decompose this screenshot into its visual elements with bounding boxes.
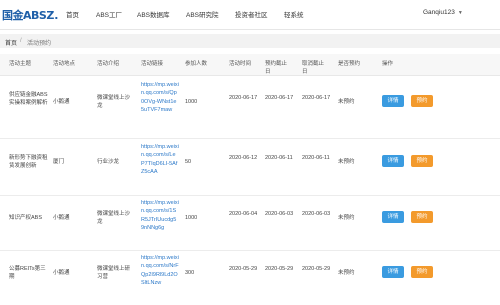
- detail-button[interactable]: 详情: [382, 155, 404, 167]
- book-button[interactable]: 预约: [411, 155, 433, 167]
- book-button[interactable]: 预约: [411, 95, 433, 107]
- row-count: 300: [185, 270, 195, 276]
- breadcrumb-home[interactable]: 首页: [5, 38, 17, 47]
- user-menu[interactable]: Ganqiu123 ▼: [423, 9, 463, 16]
- column-header-theme: 活动主题: [9, 61, 32, 67]
- row-link[interactable]: https://mp.weixin.qq.com/s/Qp0OVg-WNst1e…: [141, 81, 179, 114]
- row-count: 1000: [185, 99, 198, 105]
- activity-table: 活动主题 活动地点 活动介绍 活动链接 参加人数 活动时间 预约截止日 取消截止…: [0, 54, 500, 305]
- logo-accent-text: Z.: [46, 8, 59, 22]
- book-button[interactable]: 预约: [411, 211, 433, 223]
- row-theme: 新形势下融资租赁发展创新: [9, 155, 48, 170]
- row-cancel-deadline: 2020-05-29: [302, 266, 331, 272]
- row-link[interactable]: https://mp.weixin.qq.com/s/LeP7TIqD6LI-5…: [141, 143, 179, 176]
- breadcrumb-separator: /: [20, 38, 22, 44]
- site-logo[interactable]: 国金ABS Z.: [2, 5, 58, 25]
- column-header-time: 活动时间: [229, 61, 252, 67]
- column-header-status: 是否预约: [338, 61, 361, 67]
- row-booking-deadline: 2020-06-17: [265, 95, 294, 101]
- nav-item-investor-community[interactable]: 投资者社区: [235, 9, 268, 19]
- row-theme: 知识产权ABS: [9, 215, 43, 221]
- logo-text: 国金ABS: [2, 9, 47, 22]
- row-theme: 供应链金融ABS实操和案例解析: [9, 92, 48, 107]
- row-status: 未预约: [338, 159, 355, 165]
- table-header: 活动主题 活动地点 活动介绍 活动链接 参加人数 活动时间 预约截止日 取消截止…: [0, 54, 500, 76]
- detail-button[interactable]: 详情: [382, 95, 404, 107]
- column-header-intro: 活动介绍: [97, 61, 120, 67]
- column-header-actions: 操作: [382, 61, 394, 67]
- detail-button[interactable]: 详情: [382, 266, 404, 278]
- top-navbar: 国金ABS Z. 首页 ABS工厂 ABS数据库 ABS研究院 投资者社区 轻系…: [0, 0, 500, 30]
- row-intro: 微课堂线上沙龙: [97, 211, 131, 226]
- detail-button[interactable]: 详情: [382, 211, 404, 223]
- row-cancel-deadline: 2020-06-03: [302, 211, 331, 217]
- row-time: 2020-06-04: [229, 211, 258, 217]
- row-theme: 公募REITs第三期: [9, 266, 46, 281]
- nav-item-abs-factory[interactable]: ABS工厂: [96, 9, 122, 19]
- table-row: 公募REITs第三期 小鹅通 微课堂线上研习营 https://mp.weixi…: [0, 252, 500, 305]
- row-time: 2020-06-12: [229, 155, 258, 161]
- row-time: 2020-06-17: [229, 95, 258, 101]
- row-count: 1000: [185, 215, 198, 221]
- row-intro: 行业沙龙: [97, 159, 120, 165]
- row-cancel-deadline: 2020-06-17: [302, 95, 331, 101]
- nav-item-light-system[interactable]: 轻系统: [284, 9, 304, 19]
- row-location: 小鹅通: [53, 270, 70, 276]
- breadcrumb: 首页 / 活动预约: [0, 34, 500, 48]
- user-name: Ganqiu123: [423, 9, 455, 16]
- chevron-down-icon: ▼: [457, 10, 463, 16]
- table-row: 知识产权ABS 小鹅通 微课堂线上沙龙 https://mp.weixin.qq…: [0, 197, 500, 251]
- row-count: 50: [185, 159, 192, 165]
- row-status: 未预约: [338, 215, 355, 221]
- row-status: 未预约: [338, 99, 355, 105]
- nav-item-abs-research[interactable]: ABS研究院: [186, 9, 219, 19]
- row-booking-deadline: 2020-06-03: [265, 211, 294, 217]
- row-location: 厦门: [53, 159, 65, 165]
- table-row: 新形势下融资租赁发展创新 厦门 行业沙龙 https://mp.weixin.q…: [0, 140, 500, 196]
- column-header-count: 参加人数: [185, 61, 208, 67]
- column-header-location: 活动地点: [53, 61, 76, 67]
- row-location: 小鹅通: [53, 99, 70, 105]
- row-link[interactable]: https://mp.weixin.qq.com/s/NrFQp2I9Rl9Ld…: [141, 254, 179, 287]
- book-button[interactable]: 预约: [411, 266, 433, 278]
- row-location: 小鹅通: [53, 215, 70, 221]
- table-row: 供应链金融ABS实操和案例解析 小鹅通 微课堂线上沙龙 https://mp.w…: [0, 77, 500, 139]
- row-link[interactable]: https://mp.weixin.qq.com/s/1SR5JTrIUucdg…: [141, 199, 179, 232]
- nav-item-abs-database[interactable]: ABS数据库: [137, 9, 170, 19]
- row-booking-deadline: 2020-05-29: [265, 266, 294, 272]
- row-time: 2020-05-29: [229, 266, 258, 272]
- breadcrumb-current: 活动预约: [27, 41, 52, 47]
- row-booking-deadline: 2020-06-11: [265, 155, 293, 161]
- column-header-cancel-deadline: 取消截止日: [302, 61, 325, 75]
- row-intro: 微课堂线上沙龙: [97, 95, 131, 110]
- column-header-booking-deadline: 预约截止日: [265, 61, 288, 75]
- nav-item-home[interactable]: 首页: [66, 9, 79, 19]
- row-status: 未预约: [338, 270, 355, 276]
- row-intro: 微课堂线上研习营: [97, 266, 131, 281]
- column-header-link: 活动链接: [141, 61, 164, 67]
- row-cancel-deadline: 2020-06-11: [302, 155, 330, 161]
